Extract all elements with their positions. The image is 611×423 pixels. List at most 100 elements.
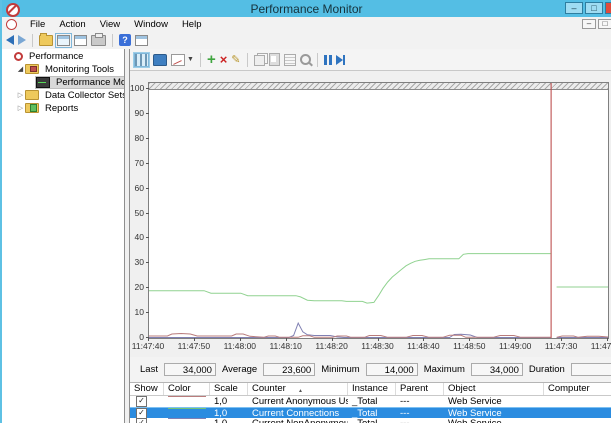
tree-item-performance[interactable]: Performance — [2, 50, 124, 62]
stat-label-average: Average — [222, 364, 257, 375]
forward-icon[interactable] — [18, 35, 26, 45]
column-header-scale[interactable]: Scale — [210, 383, 248, 395]
column-header-show[interactable]: Show — [130, 383, 164, 395]
counter-cell: Current NonAnonymous ... — [248, 418, 348, 423]
performance-monitor-icon — [36, 77, 50, 88]
column-header-parent[interactable]: Parent — [396, 383, 444, 395]
x-axis-tick — [378, 338, 379, 341]
counter-row-current-connections[interactable]: ✓1,0Current Connections_Total---Web Serv… — [130, 407, 611, 418]
menu-item-action[interactable]: Action — [52, 19, 92, 30]
mdi-restore-button[interactable]: □ — [598, 19, 611, 29]
print-icon[interactable] — [91, 35, 106, 46]
x-axis-label: 11:48:40 — [401, 341, 445, 351]
tree-item-performance-monitor[interactable]: Performance Monitor — [2, 76, 124, 88]
chart-series-svg — [149, 83, 608, 338]
counter-row-current-nonanonymous-[interactable]: ✓1,0Current NonAnonymous ..._Total---Web… — [130, 418, 611, 423]
column-header-counter[interactable]: Counter▲ — [248, 383, 348, 395]
close-button[interactable]: × — [605, 2, 611, 14]
update-data-icon[interactable] — [336, 52, 345, 68]
y-axis-label: 20 — [130, 282, 144, 292]
x-axis-label: 11:47:40 — [126, 341, 170, 351]
expander-collapsed-icon[interactable]: ▷ — [16, 104, 25, 112]
stat-label-duration: Duration — [529, 364, 565, 375]
toolbar-separator — [317, 53, 318, 67]
zoom-icon[interactable] — [300, 54, 311, 65]
view-current-activity-icon[interactable] — [134, 53, 149, 67]
back-icon[interactable] — [6, 35, 14, 45]
tree-item-monitoring-tools[interactable]: ◢ Monitoring Tools — [2, 63, 124, 75]
y-axis-tick — [146, 262, 149, 263]
column-header-instance[interactable]: Instance — [348, 383, 396, 395]
window-list-icon[interactable] — [74, 35, 87, 46]
chart-toolbar: ▼ + × ✎ — [130, 49, 611, 71]
toolbar-separator — [247, 53, 248, 67]
highlight-icon[interactable]: ✎ — [231, 52, 240, 68]
scale-cell: 1,0 — [210, 418, 248, 423]
y-axis-label: 70 — [130, 158, 144, 168]
tree-item-label: Performance — [26, 51, 86, 62]
column-header-color[interactable]: Color — [164, 383, 210, 395]
menu-item-file[interactable]: File — [23, 19, 52, 30]
export-icon[interactable] — [39, 35, 53, 46]
show-checkbox[interactable]: ✓ — [136, 408, 147, 419]
delete-counter-icon[interactable]: × — [220, 52, 228, 68]
object-cell: Web Service — [444, 396, 544, 407]
add-counter-icon[interactable]: + — [207, 52, 216, 68]
maximize-button[interactable]: □ — [585, 2, 603, 14]
series-line-current-anonymous-users — [149, 334, 551, 338]
tree-item-reports[interactable]: ▷Reports — [2, 102, 124, 114]
stat-value-average: 23,600 — [263, 363, 315, 376]
x-axis-label: 11:48:20 — [310, 341, 354, 351]
color-swatch — [168, 418, 206, 419]
tree-item-data-collector-sets[interactable]: ▷Data Collector Sets — [2, 89, 124, 101]
folder-icon — [25, 90, 39, 100]
menu-item-help[interactable]: Help — [175, 19, 209, 30]
stat-label-last: Last — [140, 364, 158, 375]
counter-list-header: ShowColorScaleCounter▲InstanceParentObje… — [130, 383, 611, 396]
x-axis-tick — [194, 338, 195, 341]
expander-collapsed-icon[interactable]: ▷ — [16, 91, 25, 99]
y-axis-tick — [146, 312, 149, 313]
expander-expanded-icon[interactable]: ◢ — [16, 65, 25, 73]
minimize-button[interactable]: – — [565, 2, 583, 14]
column-header-computer[interactable]: Computer — [544, 383, 611, 395]
tree-item-label: Monitoring Tools — [42, 64, 117, 75]
monitoring-tools-folder-icon — [25, 64, 39, 74]
column-header-object[interactable]: Object — [444, 383, 544, 395]
show-checkbox[interactable]: ✓ — [136, 418, 147, 423]
x-axis-label: 11:48:10 — [264, 341, 308, 351]
x-axis-tick — [286, 338, 287, 341]
x-axis-label: 11:47:40 — [585, 341, 611, 351]
scale-cell: 1,0 — [210, 396, 248, 407]
parent-cell: --- — [396, 396, 444, 407]
new-window-icon[interactable] — [135, 35, 148, 46]
perfmon-pane: ▼ + × ✎ 100908070605040302010011:47:4011… — [130, 49, 611, 423]
stat-value-maximum: 34,000 — [471, 363, 523, 376]
counter-cell: Current Connections — [248, 408, 348, 419]
counter-row-current-anonymous-users[interactable]: ✓1,0Current Anonymous Users_Total---Web … — [130, 396, 611, 407]
copy-properties-icon[interactable] — [254, 55, 265, 66]
paste-counter-list-icon[interactable] — [269, 53, 280, 66]
y-axis-tick — [146, 287, 149, 288]
x-axis-tick — [148, 338, 149, 341]
series-line-current-nonanonymous-users — [149, 323, 551, 337]
reports-folder-icon — [25, 103, 39, 113]
y-axis-tick — [146, 88, 149, 89]
chart-plot-area[interactable] — [148, 82, 609, 339]
chart-type-dropdown[interactable]: ▼ — [171, 52, 194, 68]
y-axis-label: 50 — [130, 208, 144, 218]
menu-item-window[interactable]: Window — [127, 19, 175, 30]
menu-item-view[interactable]: View — [93, 19, 127, 30]
show-checkbox[interactable]: ✓ — [136, 396, 147, 407]
view-log-data-icon[interactable] — [153, 54, 167, 66]
show-console-tree-icon[interactable] — [57, 35, 70, 46]
help-icon[interactable]: ? — [119, 34, 131, 46]
parent-cell: --- — [396, 418, 444, 423]
console-tree: Performance◢ Monitoring ToolsPerformance … — [2, 49, 124, 423]
color-swatch — [168, 408, 206, 409]
mdi-minimize-button[interactable]: – — [582, 19, 596, 29]
freeze-display-icon[interactable] — [324, 52, 332, 68]
console-root-icon — [14, 52, 23, 61]
properties-icon[interactable] — [284, 54, 296, 66]
y-axis-label: 80 — [130, 133, 144, 143]
